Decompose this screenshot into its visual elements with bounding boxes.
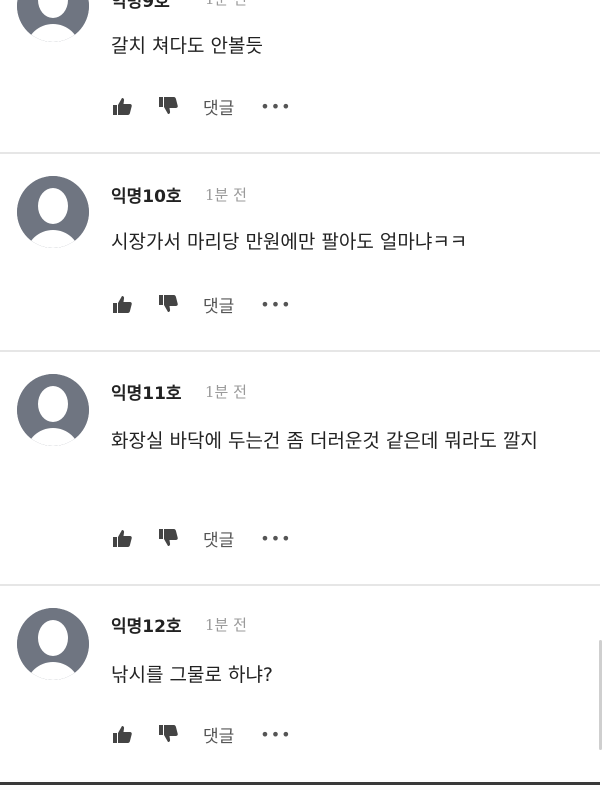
comment-time: 1분 전: [205, 383, 247, 401]
thumbs-down-icon[interactable]: [157, 723, 179, 745]
thumbs-down-icon[interactable]: [157, 95, 179, 117]
more-options-button[interactable]: •••: [260, 725, 291, 744]
comment-author[interactable]: 익명12호: [111, 612, 182, 637]
more-options-button[interactable]: •••: [260, 97, 291, 116]
avatar[interactable]: [17, 176, 89, 248]
default-avatar-icon: [17, 176, 89, 248]
comment-text: 낚시를 그물로 하냐?: [111, 664, 274, 686]
comment-actions: 댓글 •••: [111, 722, 292, 747]
comment-item: 익명10호 1분 전 시장가서 마리당 만원에만 팔아도 얼마냐ㅋㅋ 댓글 ••…: [0, 154, 600, 350]
avatar[interactable]: [17, 374, 89, 446]
comment-time: 1분 전: [205, 0, 247, 9]
avatar[interactable]: [17, 608, 89, 680]
default-avatar-icon: [17, 374, 89, 446]
reply-button[interactable]: 댓글: [203, 722, 234, 747]
comment-item: 익명12호 1분 전 낚시를 그물로 하냐? 댓글 •••: [0, 586, 600, 782]
thumbs-up-icon[interactable]: [111, 527, 133, 549]
more-options-button[interactable]: •••: [260, 529, 291, 548]
scrollbar[interactable]: [599, 640, 602, 750]
thumbs-up-icon[interactable]: [111, 723, 133, 745]
default-avatar-icon: [17, 0, 89, 42]
reply-button[interactable]: 댓글: [203, 526, 234, 551]
comment-text: 갈치 쳐다도 안볼듯: [111, 35, 263, 57]
comment-actions: 댓글 •••: [111, 292, 292, 317]
comment-actions: 댓글 •••: [111, 94, 292, 119]
avatar[interactable]: [17, 0, 89, 42]
comment-text: 화장실 바닥에 두는건 좀 더러운것 같은데 뭐라도 깔지: [111, 430, 538, 452]
reply-button[interactable]: 댓글: [203, 292, 234, 317]
more-options-button[interactable]: •••: [260, 295, 291, 314]
default-avatar-icon: [17, 608, 89, 680]
comment-author[interactable]: 익명9호: [111, 0, 170, 12]
thumbs-up-icon[interactable]: [111, 95, 133, 117]
comment-actions: 댓글 •••: [111, 526, 292, 551]
comment-author[interactable]: 익명10호: [111, 182, 182, 207]
comment-text: 시장가서 마리당 만원에만 팔아도 얼마냐ㅋㅋ: [111, 231, 468, 253]
thumbs-up-icon[interactable]: [111, 293, 133, 315]
comment-author[interactable]: 익명11호: [111, 379, 182, 404]
comment-item: 익명9호 1분 전 갈치 쳐다도 안볼듯 댓글 •••: [0, 0, 600, 152]
comment-time: 1분 전: [205, 616, 247, 634]
reply-button[interactable]: 댓글: [203, 94, 234, 119]
comment-time: 1분 전: [205, 186, 247, 204]
thumbs-down-icon[interactable]: [157, 527, 179, 549]
thumbs-down-icon[interactable]: [157, 293, 179, 315]
comment-item: 익명11호 1분 전 화장실 바닥에 두는건 좀 더러운것 같은데 뭐라도 깔지…: [0, 352, 600, 584]
